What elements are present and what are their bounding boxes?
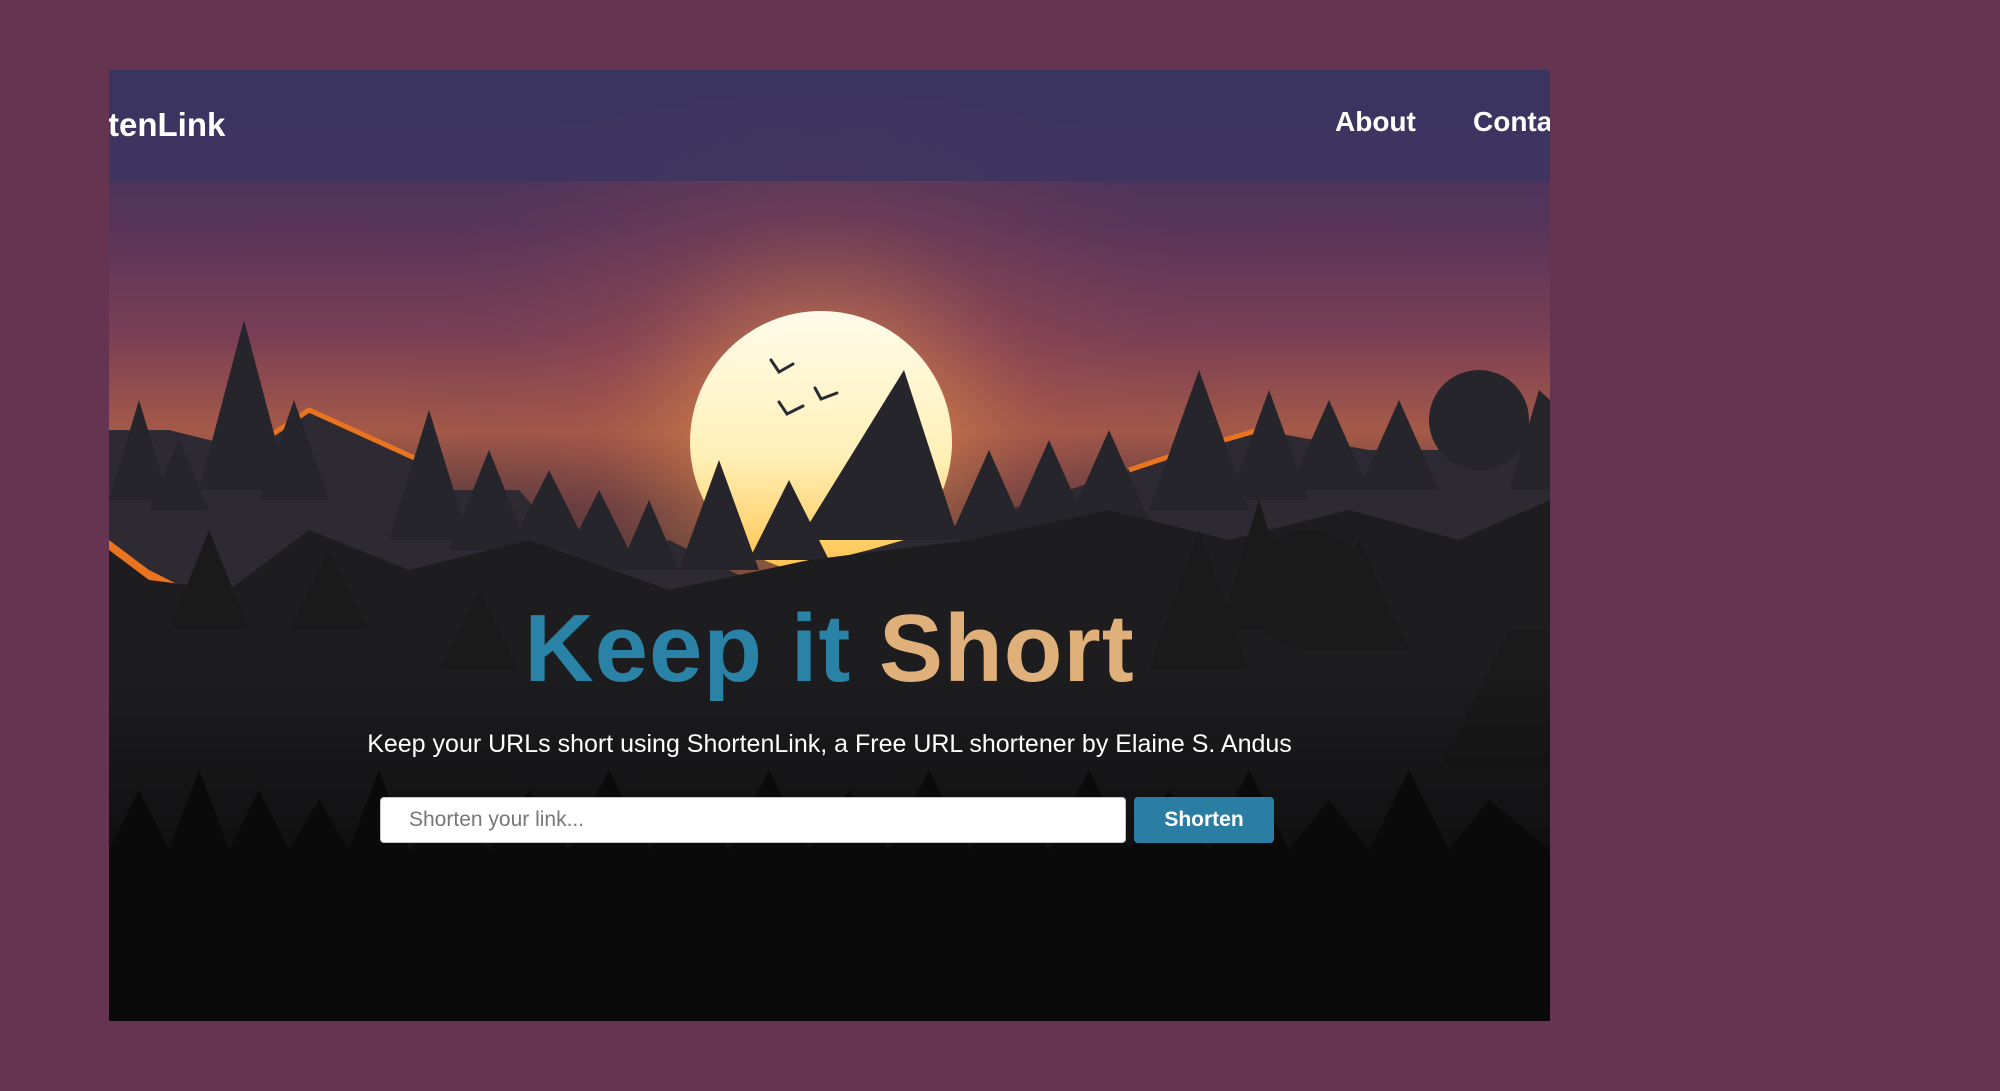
shorten-button[interactable]: Shorten: [1134, 797, 1274, 843]
navbar: ortenLink About Conta: [109, 70, 1550, 181]
browser-viewport: ortenLink About Conta Keep it Short Keep…: [109, 70, 1550, 1021]
hero-subtitle: Keep your URLs short using ShortenLink, …: [367, 730, 1292, 758]
headline-part-keep-it: Keep it: [524, 595, 852, 702]
nav-link-contact[interactable]: Conta: [1473, 106, 1550, 138]
nav-link-about[interactable]: About: [1335, 106, 1416, 138]
sunset-forest-illustration: [109, 70, 1550, 1021]
shorten-form: Shorten: [380, 797, 1380, 843]
brand-logo[interactable]: ortenLink: [109, 106, 225, 144]
shorten-link-input[interactable]: [380, 797, 1126, 843]
hero-headline: Keep it Short: [109, 594, 1550, 704]
headline-part-short: Short: [879, 595, 1135, 702]
